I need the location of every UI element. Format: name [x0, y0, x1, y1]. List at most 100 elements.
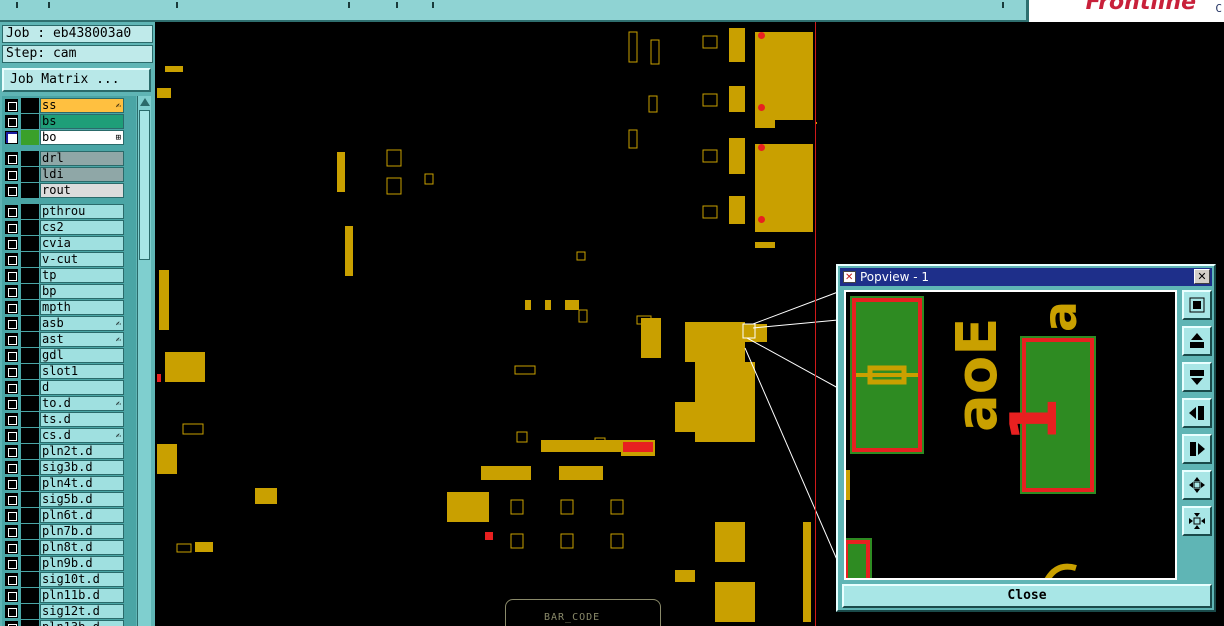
- layer-row-slot1[interactable]: slot1: [2, 364, 136, 379]
- layer-color-swatch[interactable]: [21, 300, 39, 315]
- layer-name[interactable]: sig10t.d: [40, 572, 124, 587]
- layer-checkbox[interactable]: [5, 349, 18, 362]
- layer-checkbox[interactable]: [5, 413, 18, 426]
- layer-checkbox[interactable]: [5, 589, 18, 602]
- layer-color-swatch[interactable]: [21, 412, 39, 427]
- layer-row-ldi[interactable]: ldi: [2, 167, 136, 182]
- layer-name[interactable]: sig5b.d: [40, 492, 124, 507]
- layer-name[interactable]: to.d ✍: [40, 396, 124, 411]
- layer-color-swatch[interactable]: [21, 428, 39, 443]
- layer-row-sig12t-d[interactable]: sig12t.d: [2, 604, 136, 619]
- layer-row-bo[interactable]: bo ⊞: [2, 130, 136, 145]
- layer-row-sig10t-d[interactable]: sig10t.d: [2, 572, 136, 587]
- layer-name[interactable]: sig3b.d: [40, 460, 124, 475]
- layer-row-drl[interactable]: drl: [2, 151, 136, 166]
- layer-color-swatch[interactable]: [21, 98, 39, 113]
- layer-name[interactable]: d: [40, 380, 124, 395]
- layer-color-swatch[interactable]: [21, 204, 39, 219]
- layer-checkbox[interactable]: [5, 301, 18, 314]
- layer-list-scrollbar[interactable]: [137, 96, 151, 626]
- layer-name[interactable]: bs: [40, 114, 124, 129]
- layer-color-swatch[interactable]: [21, 332, 39, 347]
- layer-checkbox[interactable]: [5, 525, 18, 538]
- layer-color-swatch[interactable]: [21, 236, 39, 251]
- layer-name[interactable]: pln7b.d: [40, 524, 124, 539]
- layer-color-swatch[interactable]: [21, 444, 39, 459]
- layer-name[interactable]: pln11b.d: [40, 588, 124, 603]
- layer-row-to-d[interactable]: to.d ✍: [2, 396, 136, 411]
- layer-color-swatch[interactable]: [21, 540, 39, 555]
- layer-checkbox[interactable]: [5, 461, 18, 474]
- layer-name[interactable]: tp: [40, 268, 124, 283]
- layer-checkbox[interactable]: [5, 221, 18, 234]
- layer-row-pln4t-d[interactable]: pln4t.d: [2, 476, 136, 491]
- popview-close-button[interactable]: Close: [842, 584, 1212, 608]
- layer-color-swatch[interactable]: [21, 364, 39, 379]
- layer-checkbox[interactable]: [5, 237, 18, 250]
- layer-color-swatch[interactable]: [21, 284, 39, 299]
- layer-name[interactable]: pln9b.d: [40, 556, 124, 571]
- layer-color-swatch[interactable]: [21, 604, 39, 619]
- layer-row-sig5b-d[interactable]: sig5b.d: [2, 492, 136, 507]
- layer-name[interactable]: bo ⊞: [40, 130, 124, 145]
- layer-checkbox[interactable]: [5, 285, 18, 298]
- layer-color-swatch[interactable]: [21, 588, 39, 603]
- layer-checkbox[interactable]: [5, 365, 18, 378]
- layer-row-sig3b-d[interactable]: sig3b.d: [2, 460, 136, 475]
- layer-checkbox[interactable]: [5, 509, 18, 522]
- layer-row-gdl[interactable]: gdl: [2, 348, 136, 363]
- layer-color-swatch[interactable]: [21, 114, 39, 129]
- layer-row-v-cut[interactable]: v-cut: [2, 252, 136, 267]
- layer-row-asb[interactable]: asb ✍: [2, 316, 136, 331]
- layer-checkbox[interactable]: [5, 573, 18, 586]
- layer-row-cs-d[interactable]: cs.d ✍: [2, 428, 136, 443]
- pan-right-icon[interactable]: [1182, 434, 1212, 464]
- layer-name[interactable]: gdl: [40, 348, 124, 363]
- layer-color-swatch[interactable]: [21, 348, 39, 363]
- layer-color-swatch[interactable]: [21, 167, 39, 182]
- layer-name[interactable]: asb ✍: [40, 316, 124, 331]
- layer-name[interactable]: slot1: [40, 364, 124, 379]
- layer-checkbox[interactable]: [5, 541, 18, 554]
- layer-color-swatch[interactable]: [21, 220, 39, 235]
- layer-row-bs[interactable]: bs: [2, 114, 136, 129]
- layer-checkbox[interactable]: [5, 445, 18, 458]
- layer-checkbox[interactable]: [5, 621, 18, 626]
- layer-name[interactable]: mpth: [40, 300, 124, 315]
- layer-name[interactable]: sig12t.d: [40, 604, 124, 619]
- layer-name[interactable]: pln6t.d: [40, 508, 124, 523]
- layer-checkbox[interactable]: [5, 493, 18, 506]
- scroll-thumb[interactable]: [139, 110, 150, 260]
- layer-checkbox[interactable]: [5, 168, 18, 181]
- layer-row-pln13b-d[interactable]: pln13b.d: [2, 620, 136, 626]
- layer-color-swatch[interactable]: [21, 508, 39, 523]
- layer-checkbox[interactable]: [5, 253, 18, 266]
- layer-color-swatch[interactable]: [21, 130, 39, 145]
- layer-checkbox[interactable]: [5, 131, 18, 144]
- layer-checkbox[interactable]: [5, 152, 18, 165]
- layer-color-swatch[interactable]: [21, 396, 39, 411]
- layer-name[interactable]: cvia: [40, 236, 124, 251]
- layer-color-swatch[interactable]: [21, 268, 39, 283]
- layer-name[interactable]: cs.d ✍: [40, 428, 124, 443]
- layer-checkbox[interactable]: [5, 477, 18, 490]
- close-icon[interactable]: ✕: [1194, 269, 1210, 284]
- layer-row-ast[interactable]: ast ✍: [2, 332, 136, 347]
- layer-color-swatch[interactable]: [21, 183, 39, 198]
- popview-titlebar[interactable]: Popview - 1 ✕: [840, 268, 1212, 287]
- layer-name[interactable]: drl: [40, 151, 124, 166]
- layer-name[interactable]: ast ✍: [40, 332, 124, 347]
- layer-name[interactable]: pln4t.d: [40, 476, 124, 491]
- layer-name[interactable]: bp: [40, 284, 124, 299]
- layer-color-swatch[interactable]: [21, 460, 39, 475]
- pan-down-icon[interactable]: [1182, 362, 1212, 392]
- layer-row-pln11b-d[interactable]: pln11b.d: [2, 588, 136, 603]
- layer-name[interactable]: rout: [40, 183, 124, 198]
- layer-checkbox[interactable]: [5, 99, 18, 112]
- zoom-out-icon[interactable]: [1182, 506, 1212, 536]
- layer-row-pln6t-d[interactable]: pln6t.d: [2, 508, 136, 523]
- layer-checkbox[interactable]: [5, 317, 18, 330]
- pan-left-icon[interactable]: [1182, 398, 1212, 428]
- layer-name[interactable]: ldi: [40, 167, 124, 182]
- layer-row-cs2[interactable]: cs2: [2, 220, 136, 235]
